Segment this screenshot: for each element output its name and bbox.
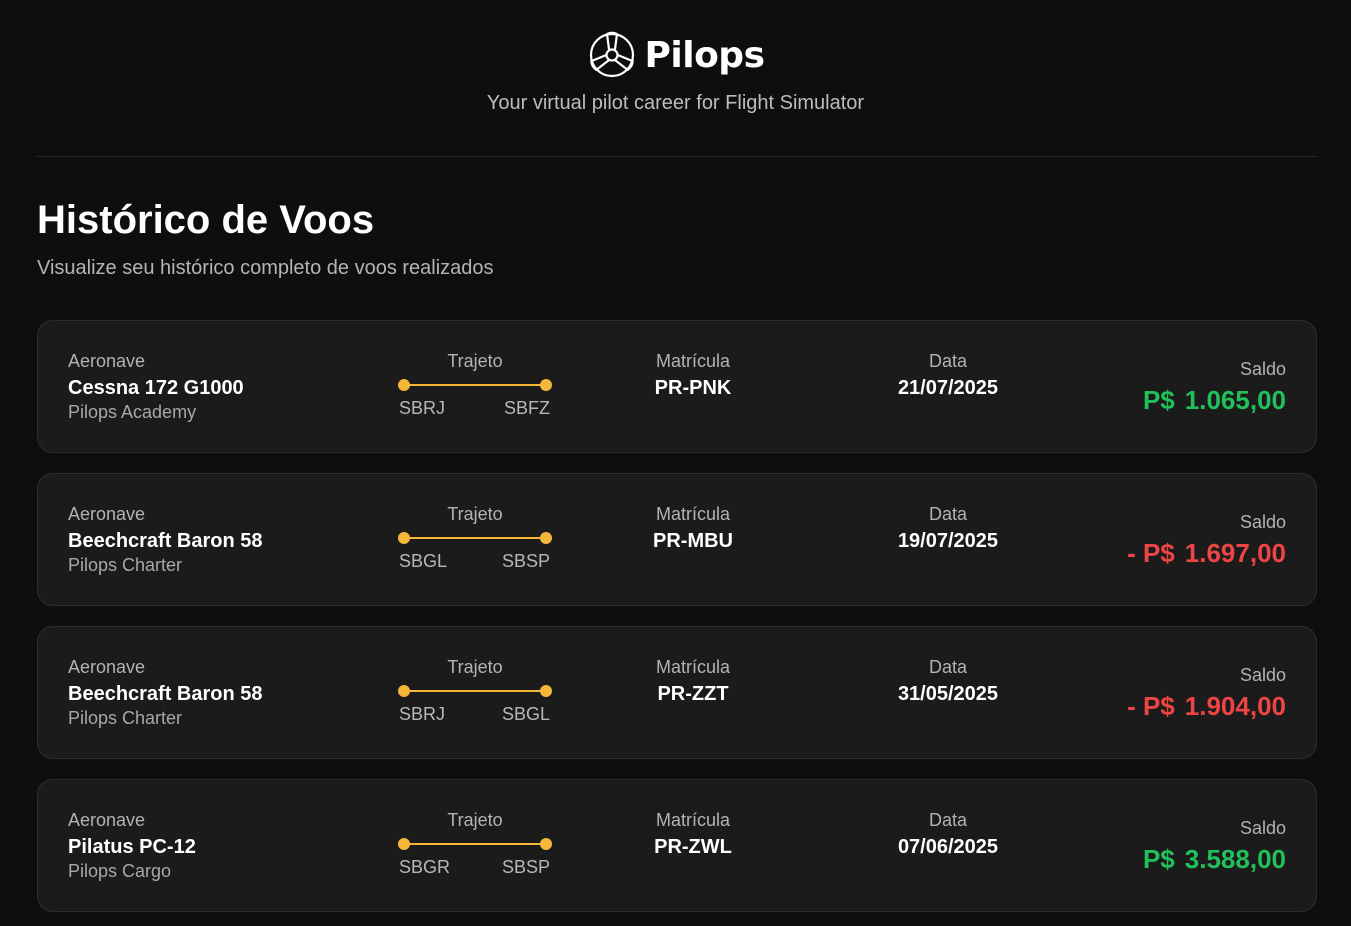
flight-card[interactable]: Aeronave Cessna 172 G1000 Pilops Academy… (37, 320, 1317, 453)
balance-currency: P$ (1142, 385, 1175, 415)
balance-amount: 1.065,00 (1184, 385, 1286, 415)
balance-label: Saldo (1239, 818, 1286, 838)
registration-value: PR-MBU (653, 530, 733, 552)
aircraft-label: Aeronave (68, 504, 146, 524)
date-label: Data (928, 810, 968, 830)
balance-sign: - (1127, 538, 1143, 568)
date-value: 07/06/2025 (897, 836, 999, 858)
route-connector (404, 537, 546, 539)
route-destination: SBGL (501, 704, 550, 724)
aircraft-name: Beechcraft Baron 58 (68, 683, 263, 705)
balance-label: Saldo (1239, 512, 1286, 532)
route-destination-dot (540, 532, 552, 544)
route-destination-dot (540, 838, 552, 850)
page-subtitle: Visualize seu histórico completo de voos… (37, 257, 494, 279)
registration-value: PR-PNK (654, 377, 732, 399)
aircraft-name: Cessna 172 G1000 (68, 377, 244, 399)
route-destination-dot (540, 379, 552, 391)
route-label: Trajeto (447, 504, 503, 524)
route-connector (404, 384, 546, 386)
page-title: Histórico de Voos (37, 198, 375, 242)
date-label: Data (928, 351, 968, 371)
balance-sign: - (1127, 691, 1143, 721)
route-origin: SBGR (399, 857, 451, 877)
balance-label: Saldo (1239, 665, 1286, 685)
propeller-logo-icon (589, 31, 634, 78)
date-value: 19/07/2025 (897, 530, 999, 552)
date-value: 21/07/2025 (897, 377, 999, 399)
route-connector (404, 843, 546, 845)
balance-amount: 1.697,00 (1184, 538, 1286, 568)
aircraft-company: Pilops Charter (68, 555, 183, 575)
flight-card[interactable]: Aeronave Beechcraft Baron 58 Pilops Char… (37, 473, 1317, 606)
route-connector (404, 690, 546, 692)
flight-card[interactable]: Aeronave Pilatus PC-12 Pilops Cargo Traj… (37, 779, 1317, 912)
aircraft-company: Pilops Cargo (68, 861, 172, 881)
route-line (398, 838, 552, 850)
registration-value: PR-ZZT (657, 683, 729, 705)
balance-amount: 1.904,00 (1184, 691, 1286, 721)
flight-card[interactable]: Aeronave Beechcraft Baron 58 Pilops Char… (37, 626, 1317, 759)
date-label: Data (928, 657, 968, 677)
balance-currency: P$ (1142, 844, 1175, 874)
registration-value: PR-ZWL (654, 836, 732, 858)
route-label: Trajeto (447, 351, 503, 371)
route-origin-dot (398, 379, 410, 391)
route-origin: SBGL (399, 551, 448, 571)
balance-currency: P$ (1142, 691, 1175, 721)
route-line (398, 532, 552, 544)
route-destination: SBSP (501, 857, 550, 877)
route-destination: SBFZ (503, 398, 550, 418)
route-label: Trajeto (447, 810, 503, 830)
balance-value: P$ 3.588,00 (1143, 844, 1286, 875)
aircraft-label: Aeronave (68, 351, 146, 371)
route-origin-dot (398, 532, 410, 544)
route-line (398, 379, 552, 391)
balance-value: - P$ 1.697,00 (1127, 538, 1286, 569)
aircraft-company: Pilops Charter (68, 708, 183, 728)
route-origin-dot (398, 838, 410, 850)
balance-currency: P$ (1142, 538, 1175, 568)
route-origin-dot (398, 685, 410, 697)
registration-label: Matrícula (655, 810, 731, 830)
route-origin: SBRJ (399, 398, 446, 418)
aircraft-name: Pilatus PC-12 (68, 836, 196, 858)
balance-label: Saldo (1239, 359, 1286, 379)
registration-label: Matrícula (655, 657, 731, 677)
app-header: Pilops Your virtual pilot career for Fli… (0, 0, 1351, 157)
route-label: Trajeto (447, 657, 503, 677)
brand-tagline: Your virtual pilot career for Flight Sim… (486, 92, 865, 114)
route-destination-dot (540, 685, 552, 697)
registration-label: Matrícula (655, 351, 731, 371)
aircraft-name: Beechcraft Baron 58 (68, 530, 263, 552)
registration-label: Matrícula (655, 504, 731, 524)
aircraft-label: Aeronave (68, 810, 146, 830)
date-value: 31/05/2025 (897, 683, 999, 705)
balance-value: P$ 1.065,00 (1143, 385, 1286, 416)
route-line (398, 685, 552, 697)
route-origin: SBRJ (399, 704, 446, 724)
aircraft-label: Aeronave (68, 657, 146, 677)
aircraft-company: Pilops Academy (68, 402, 197, 422)
brand-name: Pilops (644, 34, 766, 76)
date-label: Data (928, 504, 968, 524)
route-destination: SBSP (501, 551, 550, 571)
brand[interactable]: Pilops (0, 30, 1351, 80)
balance-amount: 3.588,00 (1184, 844, 1286, 874)
header-divider (37, 156, 1317, 157)
balance-value: - P$ 1.904,00 (1127, 691, 1286, 722)
